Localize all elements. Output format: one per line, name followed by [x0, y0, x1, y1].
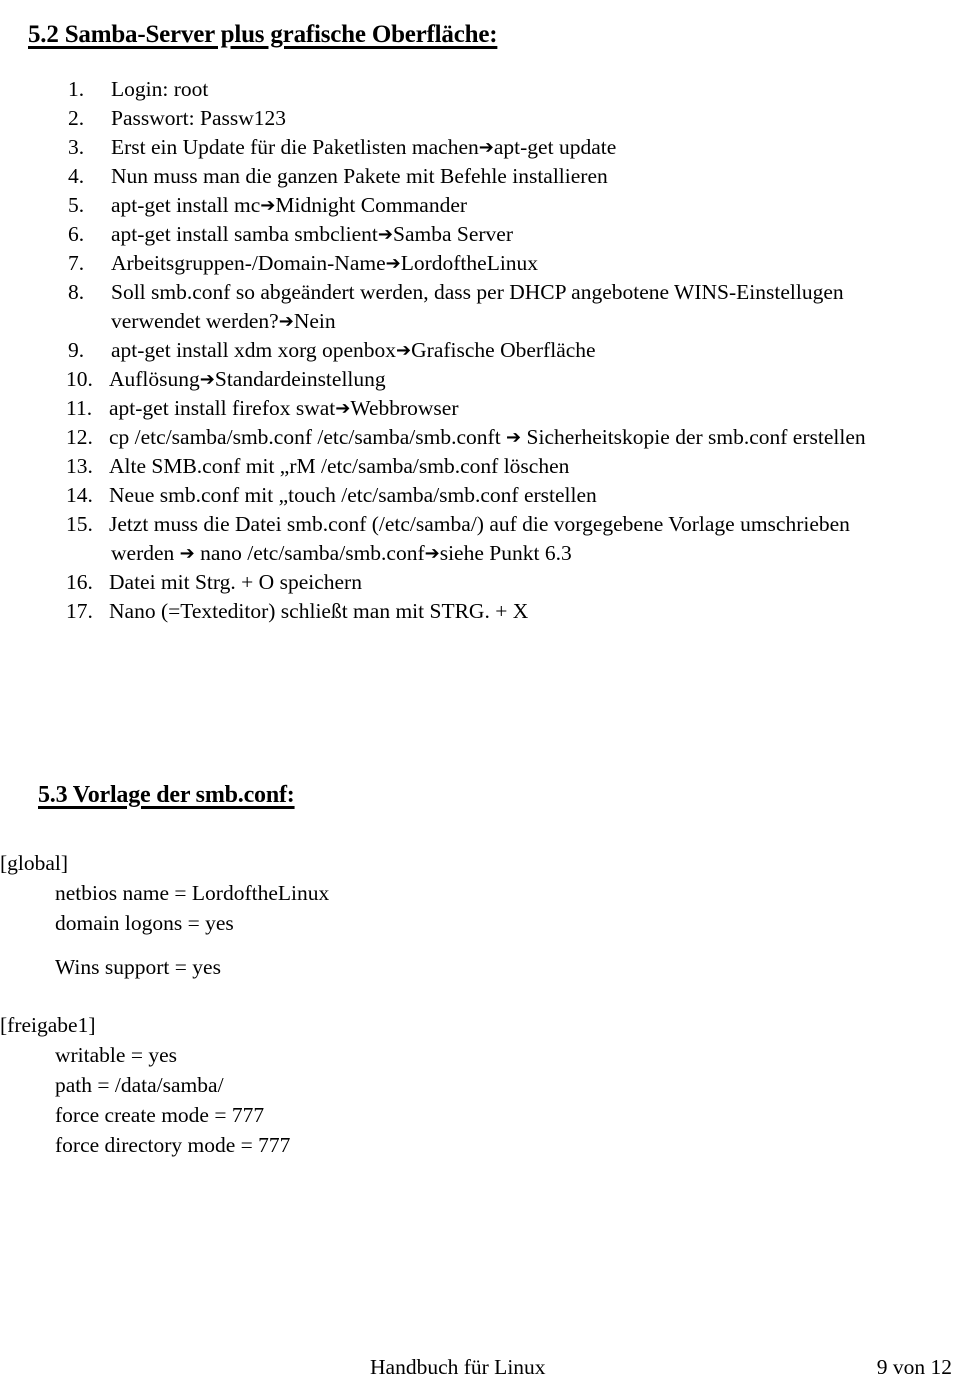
- list-item: 8. Soll smb.conf so abgeändert werden, da…: [40, 278, 960, 336]
- list-item: 5. apt-get install mc➔Midnight Commander: [40, 191, 960, 220]
- list-item-number: 15.: [66, 512, 93, 536]
- arrow-icon: ➔: [278, 311, 294, 332]
- list-item-number: 14.: [66, 483, 93, 507]
- list-item-number: 9.: [68, 338, 85, 362]
- conf-section-global: [global]: [0, 851, 69, 875]
- arrow-icon: ➔: [385, 253, 401, 274]
- list-item-text: Jetzt muss die Datei smb.conf (/etc/samb…: [109, 512, 850, 536]
- list-item-number: 8.: [68, 280, 85, 304]
- list-item: 4. Nun muss man die ganzen Pakete mit Bef…: [40, 162, 960, 191]
- list-item-number: 5.: [68, 193, 85, 217]
- list-item-number: 16.: [66, 570, 93, 594]
- arrow-icon: ➔: [424, 543, 440, 564]
- list-item-text: Alte SMB.conf mit „rM /etc/samba/smb.con…: [109, 454, 570, 478]
- list-item-text: Nano (=Texteditor) schließt man mit STRG…: [109, 599, 529, 623]
- list-item: 3. Erst ein Update für die Paketlisten ma…: [40, 133, 960, 162]
- list-item-text: apt-get install mc➔Midnight Commander: [111, 193, 468, 217]
- footer-document-title: Handbuch für Linux: [370, 1355, 546, 1379]
- list-item-number: 2.: [68, 106, 85, 130]
- conf-entry: force create mode = 777: [55, 1103, 265, 1127]
- section-heading-5-3: 5.3 Vorlage der smb.conf:: [38, 781, 295, 808]
- conf-spacer: [0, 938, 600, 952]
- list-item-number: 4.: [68, 164, 85, 188]
- list-item: 9. apt-get install xdm xorg openbox➔Grafi…: [40, 336, 960, 365]
- arrow-icon: ➔: [478, 137, 494, 158]
- conf-entry: netbios name = LordoftheLinux: [55, 881, 330, 905]
- conf-entry: force directory mode = 777: [55, 1133, 291, 1157]
- list-item-number: 11.: [66, 396, 93, 420]
- document-page: 5.2 Samba-Server plus grafische Oberfläc…: [0, 0, 960, 1384]
- list-item-text: apt-get install firefox swat➔Webbrowser: [109, 396, 459, 420]
- list-item-text: Soll smb.conf so abgeändert werden, dass…: [111, 280, 844, 304]
- list-item: 2. Passwort: Passw123: [40, 104, 960, 133]
- list-item: 17. Nano (=Texteditor) schließt man mit S…: [40, 597, 960, 626]
- footer-page-number: 9 von 12: [876, 1355, 952, 1379]
- arrow-icon: ➔: [260, 195, 276, 216]
- list-item: 11. apt-get install firefox swat➔Webbrows…: [40, 394, 960, 423]
- conf-entry: writable = yes: [55, 1043, 177, 1067]
- list-item: 10. Auflösung➔Standardeinstellung: [40, 365, 960, 394]
- list-item-continuation: werden ➔ nano /etc/samba/smb.conf➔siehe …: [111, 541, 572, 565]
- list-item-text: Login: root: [111, 77, 209, 101]
- section-heading-5-2: 5.2 Samba-Server plus grafische Oberfläc…: [28, 20, 498, 48]
- list-item-text: Nun muss man die ganzen Pakete mit Befeh…: [111, 164, 608, 188]
- list-item-text: apt-get install xdm xorg openbox➔Grafisc…: [111, 338, 596, 362]
- list-item: 7. Arbeitsgruppen-/Domain-Name➔LordoftheL…: [40, 249, 960, 278]
- list-item: 16. Datei mit Strg. + O speichern: [40, 568, 960, 597]
- list-item-text: Arbeitsgruppen-/Domain-Name➔LordoftheLin…: [111, 251, 539, 275]
- arrow-icon: ➔: [396, 340, 412, 361]
- list-item-text: Erst ein Update für die Paketlisten mach…: [111, 135, 617, 159]
- list-item-number: 3.: [68, 135, 85, 159]
- list-item: 13. Alte SMB.conf mit „rM /etc/samba/smb.…: [40, 452, 960, 481]
- conf-entry: domain logons = yes: [55, 911, 234, 935]
- list-item-number: 10.: [66, 367, 93, 391]
- list-item-number: 1.: [68, 77, 85, 101]
- list-item-continuation: verwendet werden?➔Nein: [111, 309, 336, 333]
- conf-spacer: [0, 982, 600, 1010]
- list-item-number: 17.: [66, 599, 93, 623]
- list-item-text: Auflösung➔Standardeinstellung: [109, 367, 386, 391]
- list-item: 1. Login: root: [40, 75, 960, 104]
- list-item: 14. Neue smb.conf mit „touch /etc/samba/s…: [40, 481, 960, 510]
- conf-entry: Wins support = yes: [55, 955, 221, 979]
- conf-entry: path = /data/samba/: [55, 1073, 224, 1097]
- list-item-text: Passwort: Passw123: [111, 106, 287, 130]
- list-item: 6. apt-get install samba smbclient➔Samba …: [40, 220, 960, 249]
- list-item-number: 12.: [66, 425, 93, 449]
- list-item-text: apt-get install samba smbclient➔Samba Se…: [111, 222, 514, 246]
- list-item-text: cp /etc/samba/smb.conf /etc/samba/smb.co…: [109, 425, 866, 449]
- conf-section-freigabe1: [freigabe1]: [0, 1013, 96, 1037]
- arrow-icon: ➔: [506, 427, 522, 448]
- list-item: 15. Jetzt muss die Datei smb.conf (/etc/s…: [40, 510, 960, 568]
- arrow-icon: ➔: [199, 369, 215, 390]
- list-item-text: Datei mit Strg. + O speichern: [109, 570, 362, 594]
- list-item-number: 13.: [66, 454, 93, 478]
- page-footer: Handbuch für Linux 9 von 12: [0, 1352, 960, 1384]
- arrow-icon: ➔: [377, 224, 393, 245]
- arrow-icon: ➔: [179, 543, 195, 564]
- list-item-number: 6.: [68, 222, 85, 246]
- list-item-number: 7.: [68, 251, 85, 275]
- procedure-list: 1. Login: root 2. Passwort: Passw123 3. Erst …: [0, 75, 960, 626]
- list-item: 12. cp /etc/samba/smb.conf /etc/samba/smb…: [40, 423, 960, 452]
- arrow-icon: ➔: [335, 398, 351, 419]
- list-item-text: Neue smb.conf mit „touch /etc/samba/smb.…: [109, 483, 597, 507]
- smb-conf-template: [global] netbios name = LordoftheLinux d…: [0, 848, 600, 1160]
